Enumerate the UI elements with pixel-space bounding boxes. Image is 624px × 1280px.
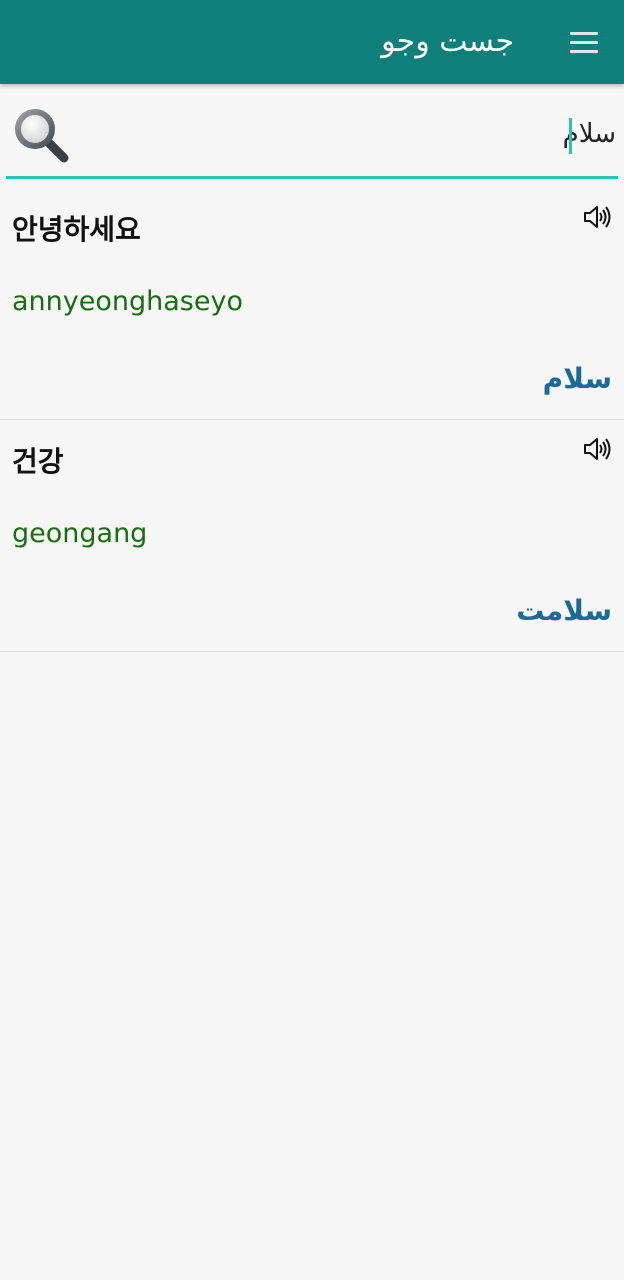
romanization: annyeonghaseyo [12,286,243,317]
persian-translation: سلامت [516,594,612,627]
app-bar: جست وجو [0,0,624,84]
results-list: 안녕하세요 annyeonghaseyo سلام 건강 geongang سل… [0,188,624,652]
list-item[interactable]: 안녕하세요 annyeonghaseyo سلام [0,188,624,420]
app-title: جست وجو [381,24,514,59]
text-cursor [569,118,572,154]
magnifier-search-icon[interactable] [12,106,70,164]
search-bar [6,88,618,179]
romanization: geongang [12,518,148,549]
persian-translation: سلام [542,362,612,395]
korean-word: 안녕하세요 [12,213,141,246]
list-item[interactable]: 건강 geongang سلامت [0,420,624,652]
search-input[interactable] [136,114,616,154]
hamburger-menu-icon[interactable] [566,24,602,60]
korean-word: 건강 [12,445,64,478]
speaker-icon[interactable] [582,434,612,464]
speaker-icon[interactable] [582,202,612,232]
